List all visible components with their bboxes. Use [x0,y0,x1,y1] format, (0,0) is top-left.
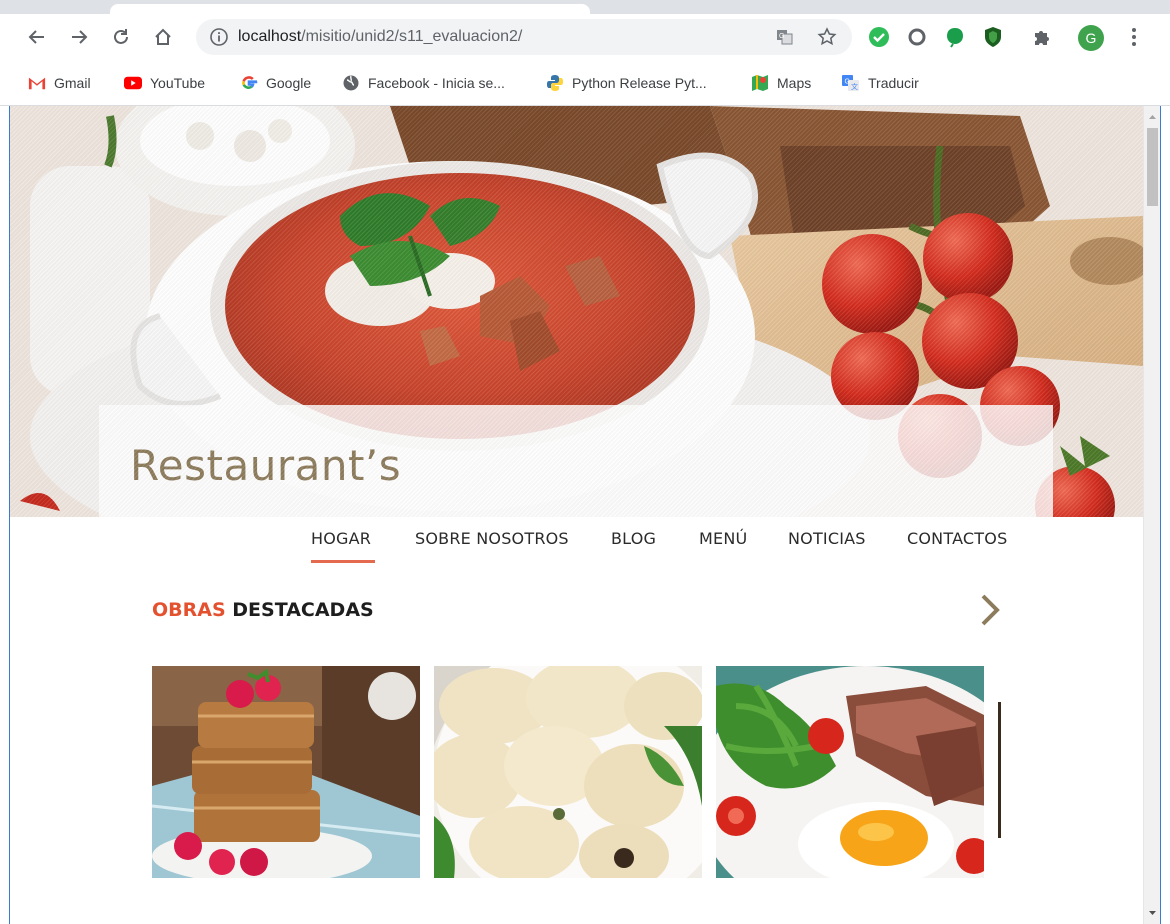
bookmark-label: YouTube [150,75,206,91]
nav-item-hogar[interactable]: HOGAR [311,529,371,548]
gmail-icon [28,74,46,92]
active-tab[interactable] [110,4,590,14]
svg-text:文: 文 [851,82,858,91]
page-scrollbar[interactable] [1143,106,1160,924]
bookmark-google[interactable]: Google [240,71,311,95]
menu-kebab-icon[interactable] [1124,25,1144,49]
raspberry-cake-image [152,666,420,878]
carousel-next-card-edge [998,702,1001,838]
scrollbar-thumb[interactable] [1147,128,1158,206]
svg-text:G: G [845,79,850,86]
window-edge-left [0,106,10,924]
chevron-right-icon[interactable] [976,592,1004,628]
bookmark-label: Traducir [868,75,919,91]
page-viewport: Restaurant’s HOGAR SOBRE NOSOTROS BLOG M… [10,106,1143,924]
tab-strip [0,0,1170,14]
window-edge-right [1160,106,1170,924]
nav-item-noticias[interactable]: NOTICIAS [788,529,866,548]
svg-text:G: G [779,33,784,40]
scroll-down-icon[interactable] [1148,909,1157,918]
bookmark-label: Google [266,75,312,91]
bookmark-label: Facebook - Inicia se... [368,75,505,91]
main-nav: HOGAR SOBRE NOSOTROS BLOG MENÚ NOTICIAS … [10,517,1143,577]
nav-item-menu[interactable]: MENÚ [699,529,747,548]
puzzle-extensions-icon[interactable] [1030,25,1054,49]
hero-banner: Restaurant’s [10,106,1143,517]
profile-avatar[interactable]: G [1078,25,1104,51]
bookmark-maps[interactable]: Maps [751,71,811,95]
bookmark-label: Maps [777,75,812,91]
bookmark-youtube[interactable]: YouTube [124,71,205,95]
circle-extension-icon[interactable] [905,25,929,49]
google-icon [240,74,258,92]
maps-icon [751,74,769,92]
home-icon[interactable] [148,22,178,52]
bookmarks-bar: Gmail YouTube Google Facebook - Inicia s… [0,68,1170,106]
back-icon[interactable] [22,22,52,52]
bookmark-gmail[interactable]: Gmail [28,71,91,95]
featured-card-raspberry-cake[interactable] [152,666,420,878]
leaf-extension-icon[interactable] [943,25,967,49]
bookmark-label: Python Release Pyt... [572,75,707,91]
bookmark-translate[interactable]: G文 Traducir [842,71,919,95]
scroll-up-icon[interactable] [1148,112,1157,121]
bookmark-label: Gmail [54,75,91,91]
steak-egg-image [716,666,984,878]
featured-card-steak-egg[interactable] [716,666,984,878]
shield-extension-icon[interactable] [981,25,1005,49]
address-bar[interactable]: localhost/misitio/unid2/s11_evaluacion2/… [196,19,852,55]
browser-toolbar: localhost/misitio/unid2/s11_evaluacion2/… [0,14,1170,68]
featured-title-accent: OBRAS [152,599,226,621]
dumplings-image [434,666,702,878]
forward-icon[interactable] [64,22,94,52]
nav-active-underline [311,560,375,563]
featured-section-title: OBRAS DESTACADAS [152,599,374,621]
reload-icon[interactable] [106,22,136,52]
url-path: /misitio/unid2/s11_evaluacion2/ [301,28,523,45]
bookmark-facebook[interactable]: Facebook - Inicia se... [342,71,505,95]
python-icon [546,74,564,92]
nav-item-blog[interactable]: BLOG [611,529,656,548]
translate-icon: G文 [842,74,860,92]
url-text[interactable]: localhost/misitio/unid2/s11_evaluacion2/ [238,28,522,46]
featured-title-rest: DESTACADAS [232,599,374,621]
nav-item-contactos[interactable]: CONTACTOS [907,529,1007,548]
browser-chrome: localhost/misitio/unid2/s11_evaluacion2/… [0,0,1170,106]
nav-item-sobre-nosotros[interactable]: SOBRE NOSOTROS [415,529,569,548]
youtube-icon [124,74,142,92]
featured-card-dumplings[interactable] [434,666,702,878]
site-info-icon[interactable] [208,26,230,48]
site-brand-title[interactable]: Restaurant’s [130,441,401,490]
bookmark-star-icon[interactable] [816,26,838,48]
bookmark-python[interactable]: Python Release Pyt... [546,71,707,95]
check-extension-icon[interactable] [867,25,891,49]
url-host: localhost [238,28,302,45]
translate-page-icon[interactable]: G [774,26,796,48]
globe-icon [342,74,360,92]
